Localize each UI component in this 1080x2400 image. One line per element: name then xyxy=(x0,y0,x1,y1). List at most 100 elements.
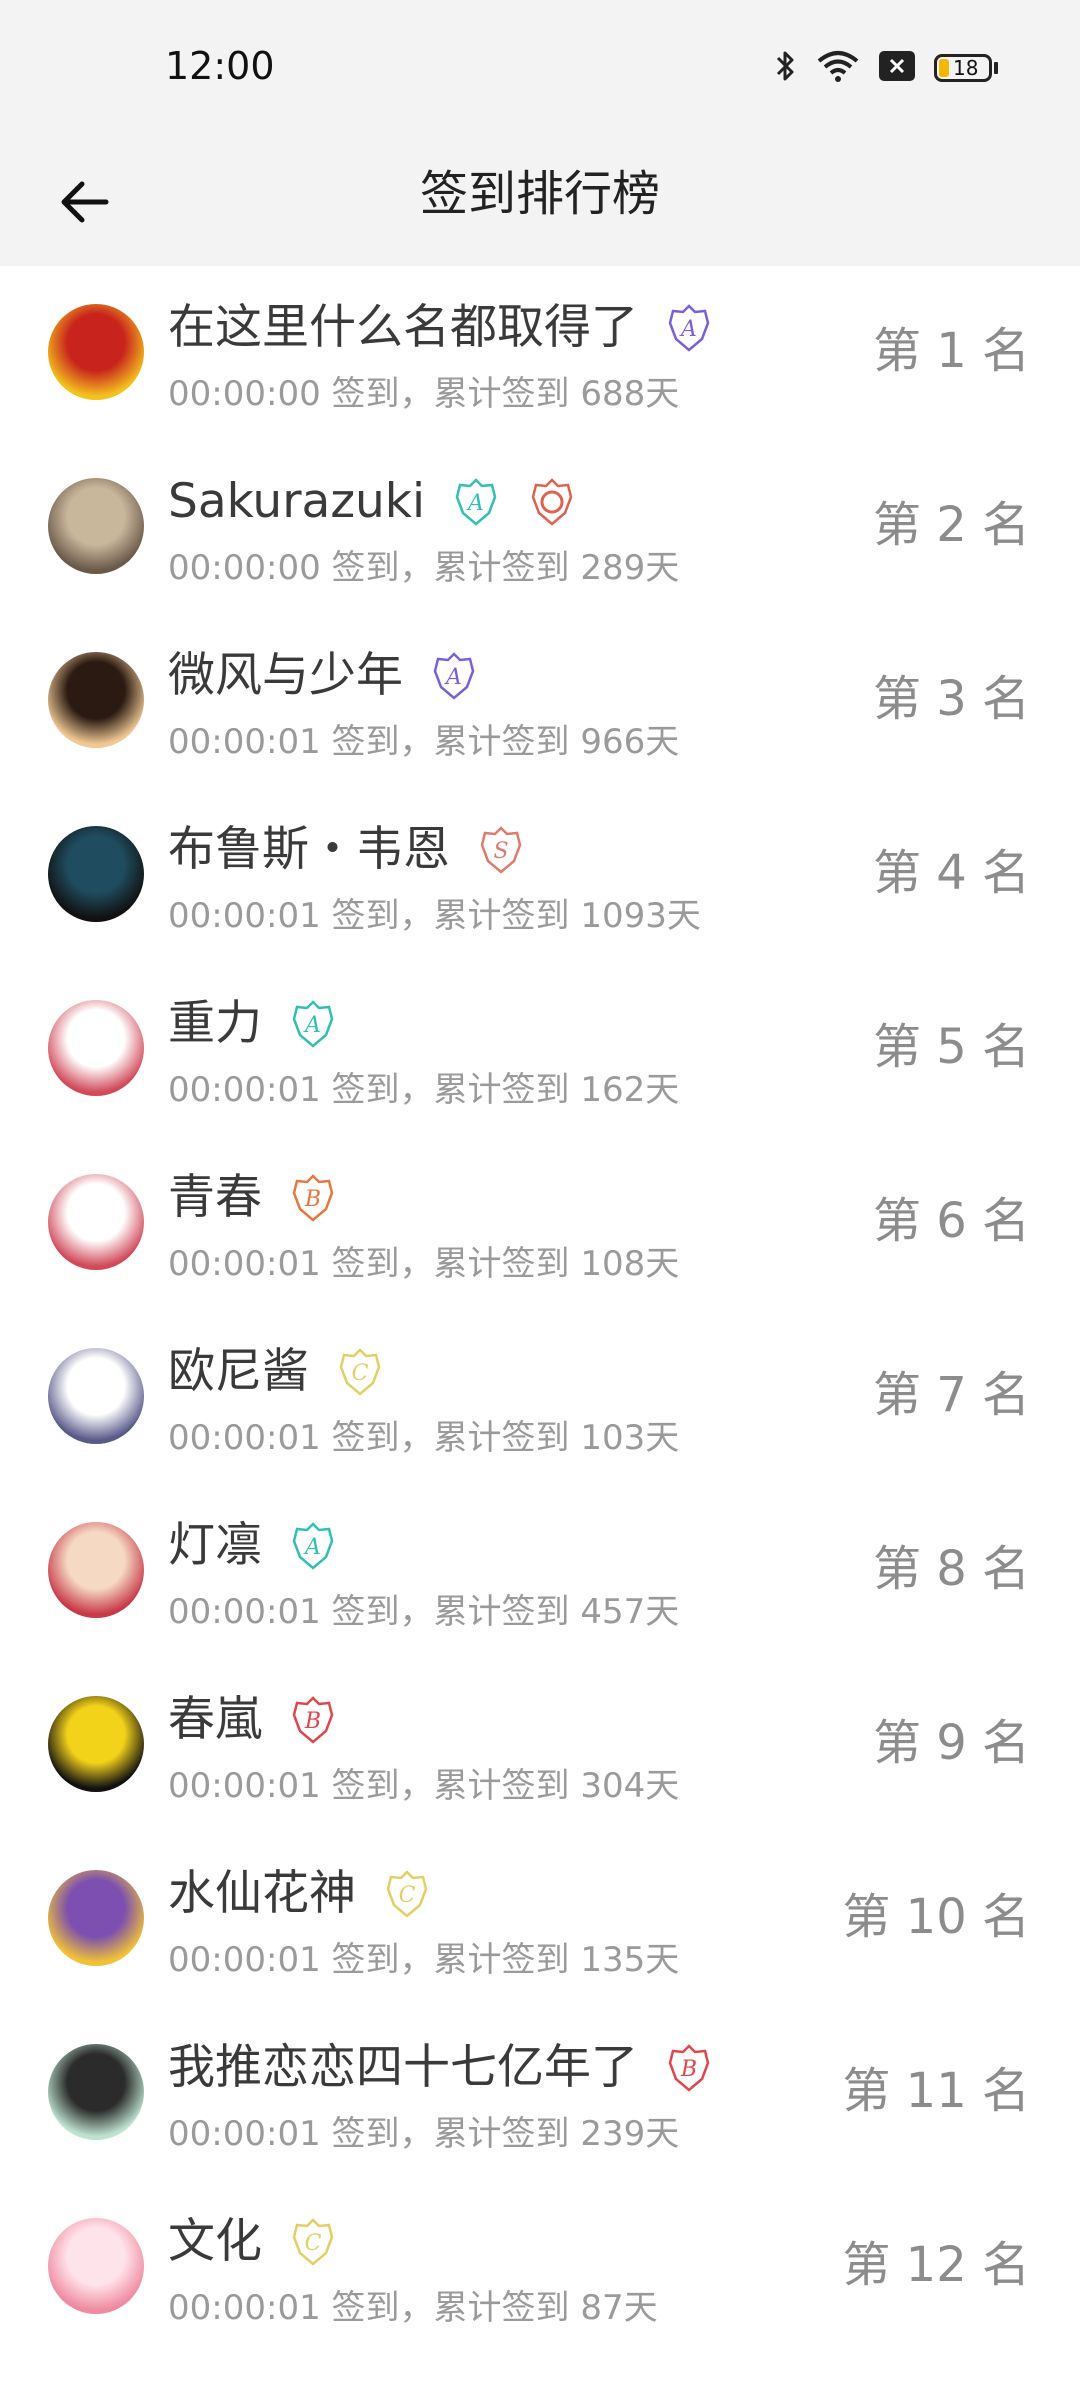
rank-row[interactable]: 重力 A 00:00:01 签到，累计签到 162天 第 5 名 xyxy=(0,962,1080,1136)
bluetooth-icon xyxy=(774,48,798,88)
level-badge-icon: C xyxy=(339,1348,381,1396)
user-name: 欧尼酱 xyxy=(168,1344,309,1399)
user-name: 我推恋恋四十七亿年了 xyxy=(168,2040,638,2095)
level-badge-icon: A xyxy=(668,304,710,352)
svg-text:A: A xyxy=(466,491,484,516)
avatar[interactable] xyxy=(48,2044,144,2140)
checkin-info: 00:00:01 签到，累计签到 108天 xyxy=(168,1244,680,1284)
svg-text:A: A xyxy=(679,317,697,342)
svg-text:A: A xyxy=(303,1013,321,1038)
battery-icon: 18 xyxy=(934,54,998,82)
user-name: 微风与少年 xyxy=(168,648,403,703)
level-badge-icon: A xyxy=(292,1000,334,1048)
user-name: 文化 xyxy=(168,2214,262,2269)
user-name: Sakurazuki xyxy=(168,474,426,529)
rank-label: 第 12 名 xyxy=(842,2237,1030,2293)
rank-label: 第 11 名 xyxy=(842,2063,1030,2119)
user-name-line: 春嵐 B xyxy=(168,1688,338,1752)
status-icons: 18 xyxy=(774,48,998,88)
level-badge-icon: C xyxy=(292,2218,334,2266)
avatar[interactable] xyxy=(48,2218,144,2314)
avatar[interactable] xyxy=(48,1174,144,1270)
user-name-line: 微风与少年 A xyxy=(168,644,479,708)
rank-label: 第 8 名 xyxy=(872,1541,1030,1597)
svg-text:B: B xyxy=(304,1709,321,1734)
checkin-info: 00:00:01 签到，累计签到 103天 xyxy=(168,1418,680,1458)
rank-label: 第 4 名 xyxy=(872,845,1030,901)
user-name-line: 水仙花神 C xyxy=(168,1862,432,1926)
rank-label: 第 9 名 xyxy=(872,1715,1030,1771)
svg-text:C: C xyxy=(399,1883,416,1908)
rank-row[interactable]: 微风与少年 A 00:00:01 签到，累计签到 966天 第 3 名 xyxy=(0,614,1080,788)
level-badge-icon: B xyxy=(292,1174,334,1222)
user-name: 在这里什么名都取得了 xyxy=(168,300,638,355)
checkin-info: 00:00:01 签到，累计签到 457天 xyxy=(168,1592,680,1632)
avatar[interactable] xyxy=(48,1348,144,1444)
rank-row[interactable]: 在这里什么名都取得了 A 00:00:00 签到，累计签到 688天 第 1 名 xyxy=(0,266,1080,440)
rank-label: 第 5 名 xyxy=(872,1019,1030,1075)
notification-x-icon xyxy=(878,50,916,86)
svg-text:A: A xyxy=(444,665,462,690)
level-badge-icon: B xyxy=(292,1696,334,1744)
rank-label: 第 7 名 xyxy=(872,1367,1030,1423)
rank-row[interactable]: 水仙花神 C 00:00:01 签到，累计签到 135天 第 10 名 xyxy=(0,1832,1080,2006)
rank-label: 第 6 名 xyxy=(872,1193,1030,1249)
level-badge-icon: C xyxy=(386,1870,428,1918)
rank-row[interactable]: 我推恋恋四十七亿年了 B 00:00:01 签到，累计签到 239天 第 11 名 xyxy=(0,2006,1080,2180)
rank-row[interactable]: Sakurazuki A 00:00:00 签到，累计签到 289天 第 2 名 xyxy=(0,440,1080,614)
user-name-line: 在这里什么名都取得了 A xyxy=(168,296,714,360)
battery-level: 18 xyxy=(953,56,979,80)
checkin-info: 00:00:01 签到，累计签到 162天 xyxy=(168,1070,680,1110)
checkin-info: 00:00:01 签到，累计签到 966天 xyxy=(168,722,680,762)
svg-text:B: B xyxy=(304,1187,321,1212)
avatar[interactable] xyxy=(48,304,144,400)
svg-text:B: B xyxy=(680,2057,697,2082)
rank-row[interactable]: 布鲁斯・韦恩 S 00:00:01 签到，累计签到 1093天 第 4 名 xyxy=(0,788,1080,962)
user-name-line: 青春 B xyxy=(168,1166,338,1230)
level-badge-icon: S xyxy=(480,826,522,874)
svg-text:A: A xyxy=(303,1535,321,1560)
svg-text:C: C xyxy=(305,2231,322,2256)
avatar[interactable] xyxy=(48,1870,144,1966)
rank-label: 第 1 名 xyxy=(872,323,1030,379)
checkin-info: 00:00:00 签到，累计签到 289天 xyxy=(168,548,680,588)
user-name: 灯凛 xyxy=(168,1518,262,1573)
rank-row[interactable]: 文化 C 00:00:01 签到，累计签到 87天 第 12 名 xyxy=(0,2180,1080,2354)
status-time: 12:00 xyxy=(165,44,275,88)
checkin-info: 00:00:01 签到，累计签到 1093天 xyxy=(168,896,701,936)
avatar[interactable] xyxy=(48,826,144,922)
rank-row[interactable]: 灯凛 A 00:00:01 签到，累计签到 457天 第 8 名 xyxy=(0,1484,1080,1658)
user-name: 青春 xyxy=(168,1170,262,1225)
checkin-info: 00:00:00 签到，累计签到 688天 xyxy=(168,374,680,414)
rank-label: 第 10 名 xyxy=(842,1889,1030,1945)
user-name-line: 文化 C xyxy=(168,2210,338,2274)
rank-label: 第 2 名 xyxy=(872,497,1030,553)
checkin-info: 00:00:01 签到，累计签到 135天 xyxy=(168,1940,680,1980)
wifi-icon xyxy=(816,49,860,87)
avatar[interactable] xyxy=(48,1522,144,1618)
avatar[interactable] xyxy=(48,1696,144,1792)
rank-row[interactable]: 欧尼酱 C 00:00:01 签到，累计签到 103天 第 7 名 xyxy=(0,1310,1080,1484)
user-name: 重力 xyxy=(168,996,262,1051)
avatar[interactable] xyxy=(48,652,144,748)
app-header: 签到排行榜 xyxy=(0,130,1080,266)
rank-row[interactable]: 青春 B 00:00:01 签到，累计签到 108天 第 6 名 xyxy=(0,1136,1080,1310)
status-bar: 12:00 18 xyxy=(0,0,1080,130)
page-title: 签到排行榜 xyxy=(419,166,660,222)
user-name-line: Sakurazuki A xyxy=(168,470,577,534)
avatar[interactable] xyxy=(48,478,144,574)
user-name: 布鲁斯・韦恩 xyxy=(168,822,450,877)
checkin-info: 00:00:01 签到，累计签到 239天 xyxy=(168,2114,680,2154)
rank-row[interactable]: 春嵐 B 00:00:01 签到，累计签到 304天 第 9 名 xyxy=(0,1658,1080,1832)
rank-label: 第 3 名 xyxy=(872,671,1030,727)
level-badge-icon: A xyxy=(292,1522,334,1570)
svg-text:S: S xyxy=(493,839,508,864)
svg-text:C: C xyxy=(352,1361,369,1386)
user-name-line: 灯凛 A xyxy=(168,1514,338,1578)
ranking-list: 在这里什么名都取得了 A 00:00:00 签到，累计签到 688天 第 1 名 Sak… xyxy=(0,266,1080,2354)
user-name-line: 欧尼酱 C xyxy=(168,1340,385,1404)
avatar[interactable] xyxy=(48,1000,144,1096)
level-badge-icon: A xyxy=(455,478,497,526)
checkin-info: 00:00:01 签到，累计签到 304天 xyxy=(168,1766,680,1806)
level-badge-icon xyxy=(531,478,573,526)
